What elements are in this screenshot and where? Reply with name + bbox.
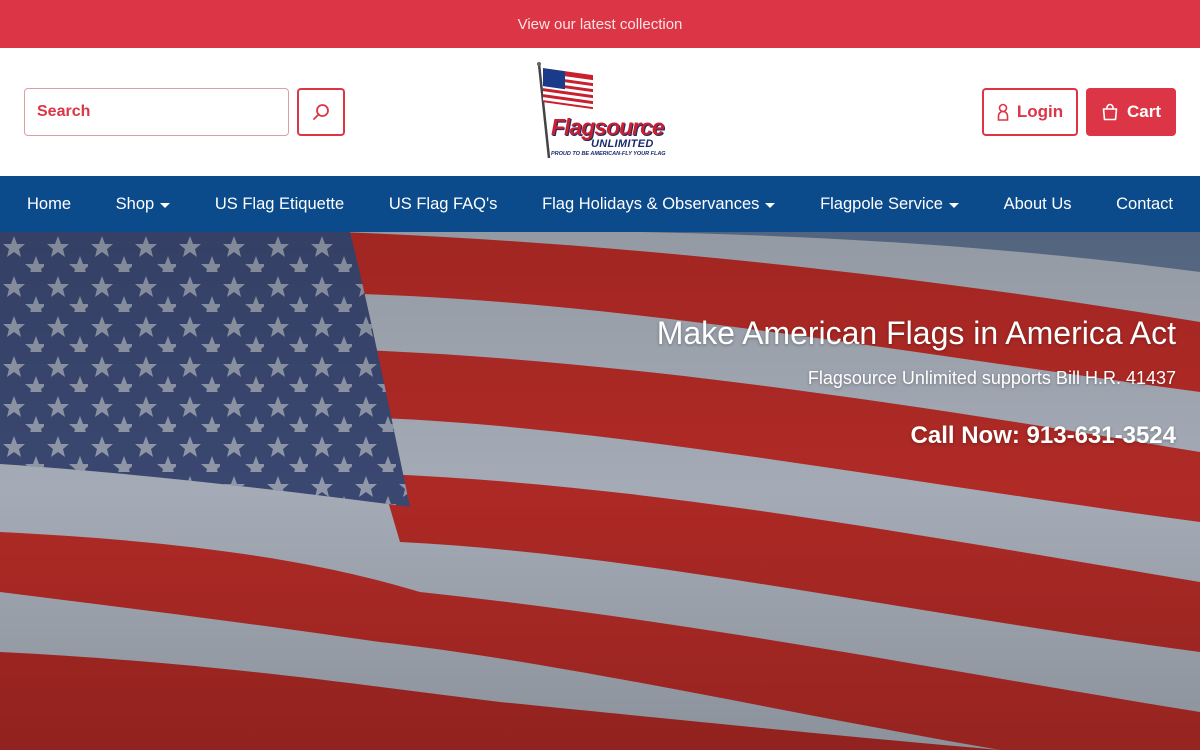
logo-tagline: PROUD TO BE AMERICAN-FLY YOUR FLAG xyxy=(551,151,666,157)
logo-subname: UNLIMITED xyxy=(591,138,654,150)
nav-item-flag-faqs[interactable]: US Flag FAQ's xyxy=(389,195,498,214)
nav-item-home[interactable]: Home xyxy=(27,195,71,214)
nav-item-label: Shop xyxy=(115,194,155,213)
nav-item-flag-etiquette[interactable]: US Flag Etiquette xyxy=(215,195,344,214)
main-navigation: Home Shop US Flag Etiquette US Flag FAQ'… xyxy=(0,176,1200,232)
nav-item-label: Home xyxy=(27,194,72,213)
search-icon xyxy=(313,104,329,120)
shopping-bag-icon xyxy=(1102,103,1118,121)
hero-subtitle: Flagsource Unlimited supports Bill H.R. … xyxy=(807,368,1176,388)
nav-item-contact[interactable]: Contact xyxy=(1116,195,1173,214)
nav-item-shop[interactable]: Shop xyxy=(116,195,171,214)
caret-down-icon xyxy=(948,202,959,208)
caret-down-icon xyxy=(160,202,171,208)
user-icon xyxy=(997,103,1009,121)
hero-banner: Make American Flags in America Act Flags… xyxy=(0,232,1200,750)
site-logo[interactable]: Flagsource UNLIMITED PROUD TO BE AMERICA… xyxy=(535,62,666,160)
announcement-link[interactable]: View our latest collection xyxy=(518,16,683,33)
call-now-phone[interactable]: Call Now: 913-631-3524 xyxy=(911,422,1176,450)
site-header: Flagsource UNLIMITED PROUD TO BE AMERICA… xyxy=(0,48,1200,176)
nav-item-flag-holidays[interactable]: Flag Holidays & Observances xyxy=(542,194,776,214)
cart-label: Cart xyxy=(1126,102,1161,121)
nav-item-label: Flagpole Service xyxy=(820,194,943,213)
american-flag-image xyxy=(0,232,1200,750)
caret-down-icon xyxy=(765,202,776,208)
nav-item-label: US Flag Etiquette xyxy=(214,194,345,213)
announcement-bar: View our latest collection xyxy=(0,0,1200,48)
cart-button[interactable]: Cart xyxy=(1086,88,1176,136)
nav-item-label: Flag Holidays & Observances xyxy=(542,194,760,213)
nav-item-label: US Flag FAQ's xyxy=(388,194,498,213)
search-input[interactable] xyxy=(24,88,289,136)
login-button[interactable]: Login xyxy=(982,88,1078,136)
nav-item-label: Contact xyxy=(1116,194,1173,213)
nav-item-about-us[interactable]: About Us xyxy=(1004,195,1072,214)
login-label: Login xyxy=(1016,102,1064,121)
nav-item-label: About Us xyxy=(1003,194,1072,213)
hero-title: Make American Flags in America Act xyxy=(656,315,1176,351)
nav-item-flagpole-service[interactable]: Flagpole Service xyxy=(820,195,959,214)
logo-name: Flagsource xyxy=(551,114,665,140)
search-button[interactable] xyxy=(297,88,345,136)
